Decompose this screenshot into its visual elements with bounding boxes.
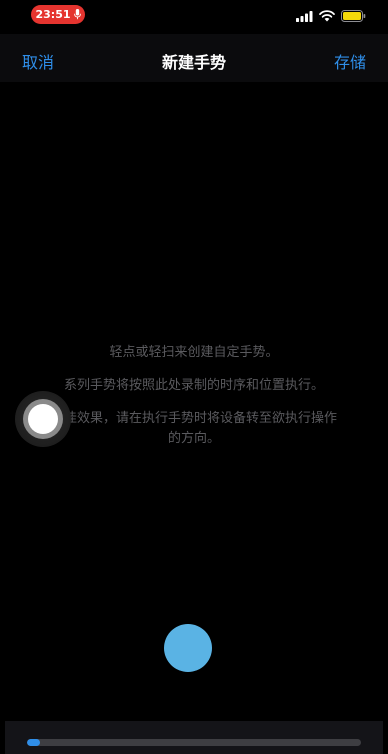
status-time: 23:51 [35, 8, 71, 21]
signal-icon [296, 10, 313, 22]
battery-icon [341, 10, 366, 22]
status-icons [296, 9, 366, 23]
save-button[interactable]: 存储 [334, 49, 366, 73]
gesture-progress-fill [27, 739, 41, 746]
wifi-icon [319, 10, 335, 22]
assistive-touch-button[interactable] [15, 391, 71, 447]
instruction-line-3: 最佳效果，请在执行手势时将设备转至欲执行操作的方向。 [50, 411, 337, 446]
status-bar: 23:51 [0, 0, 388, 34]
gesture-progress-track[interactable] [27, 739, 361, 746]
nav-bar: 取消 新建手势 存储 [0, 34, 388, 82]
battery-fill [343, 12, 361, 20]
assistive-touch-ring [23, 399, 63, 439]
instruction-line-2: 系列手势将按照此处录制的时序和位置执行。 [63, 378, 324, 393]
mic-icon [73, 9, 81, 20]
instruction-line-1: 轻点或轻扫来创建自定手势。 [109, 345, 279, 360]
page-title: 新建手势 [161, 53, 226, 72]
recording-time-pill[interactable]: 23:51 [31, 5, 85, 24]
gesture-timeline-bar [5, 721, 383, 754]
assistive-touch-core [28, 404, 58, 434]
gesture-touch-point[interactable] [164, 624, 212, 672]
instructions: 轻点或轻扫来创建自定手势。 系列手势将按照此处录制的时序和位置执行。 最佳效果，… [50, 343, 338, 462]
